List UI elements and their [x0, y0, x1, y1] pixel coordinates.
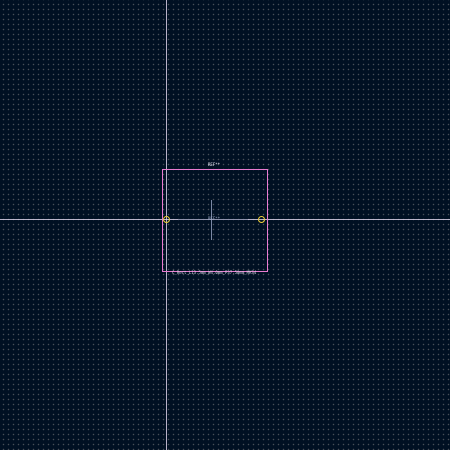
pad-1[interactable] [163, 215, 170, 223]
footprint-reference-center-label[interactable]: REF** [208, 217, 220, 221]
pcb-editor-canvas[interactable]: REF** REF** C_Rect_L13.5mm_W4.0mm_P37.50… [0, 0, 450, 450]
pad-2[interactable] [258, 215, 265, 223]
footprint-reference-label[interactable]: REF** [208, 163, 220, 167]
footprint-value-label[interactable]: C_Rect_L13.5mm_W4.0mm_P37.50mm_MKS4 [172, 271, 256, 275]
